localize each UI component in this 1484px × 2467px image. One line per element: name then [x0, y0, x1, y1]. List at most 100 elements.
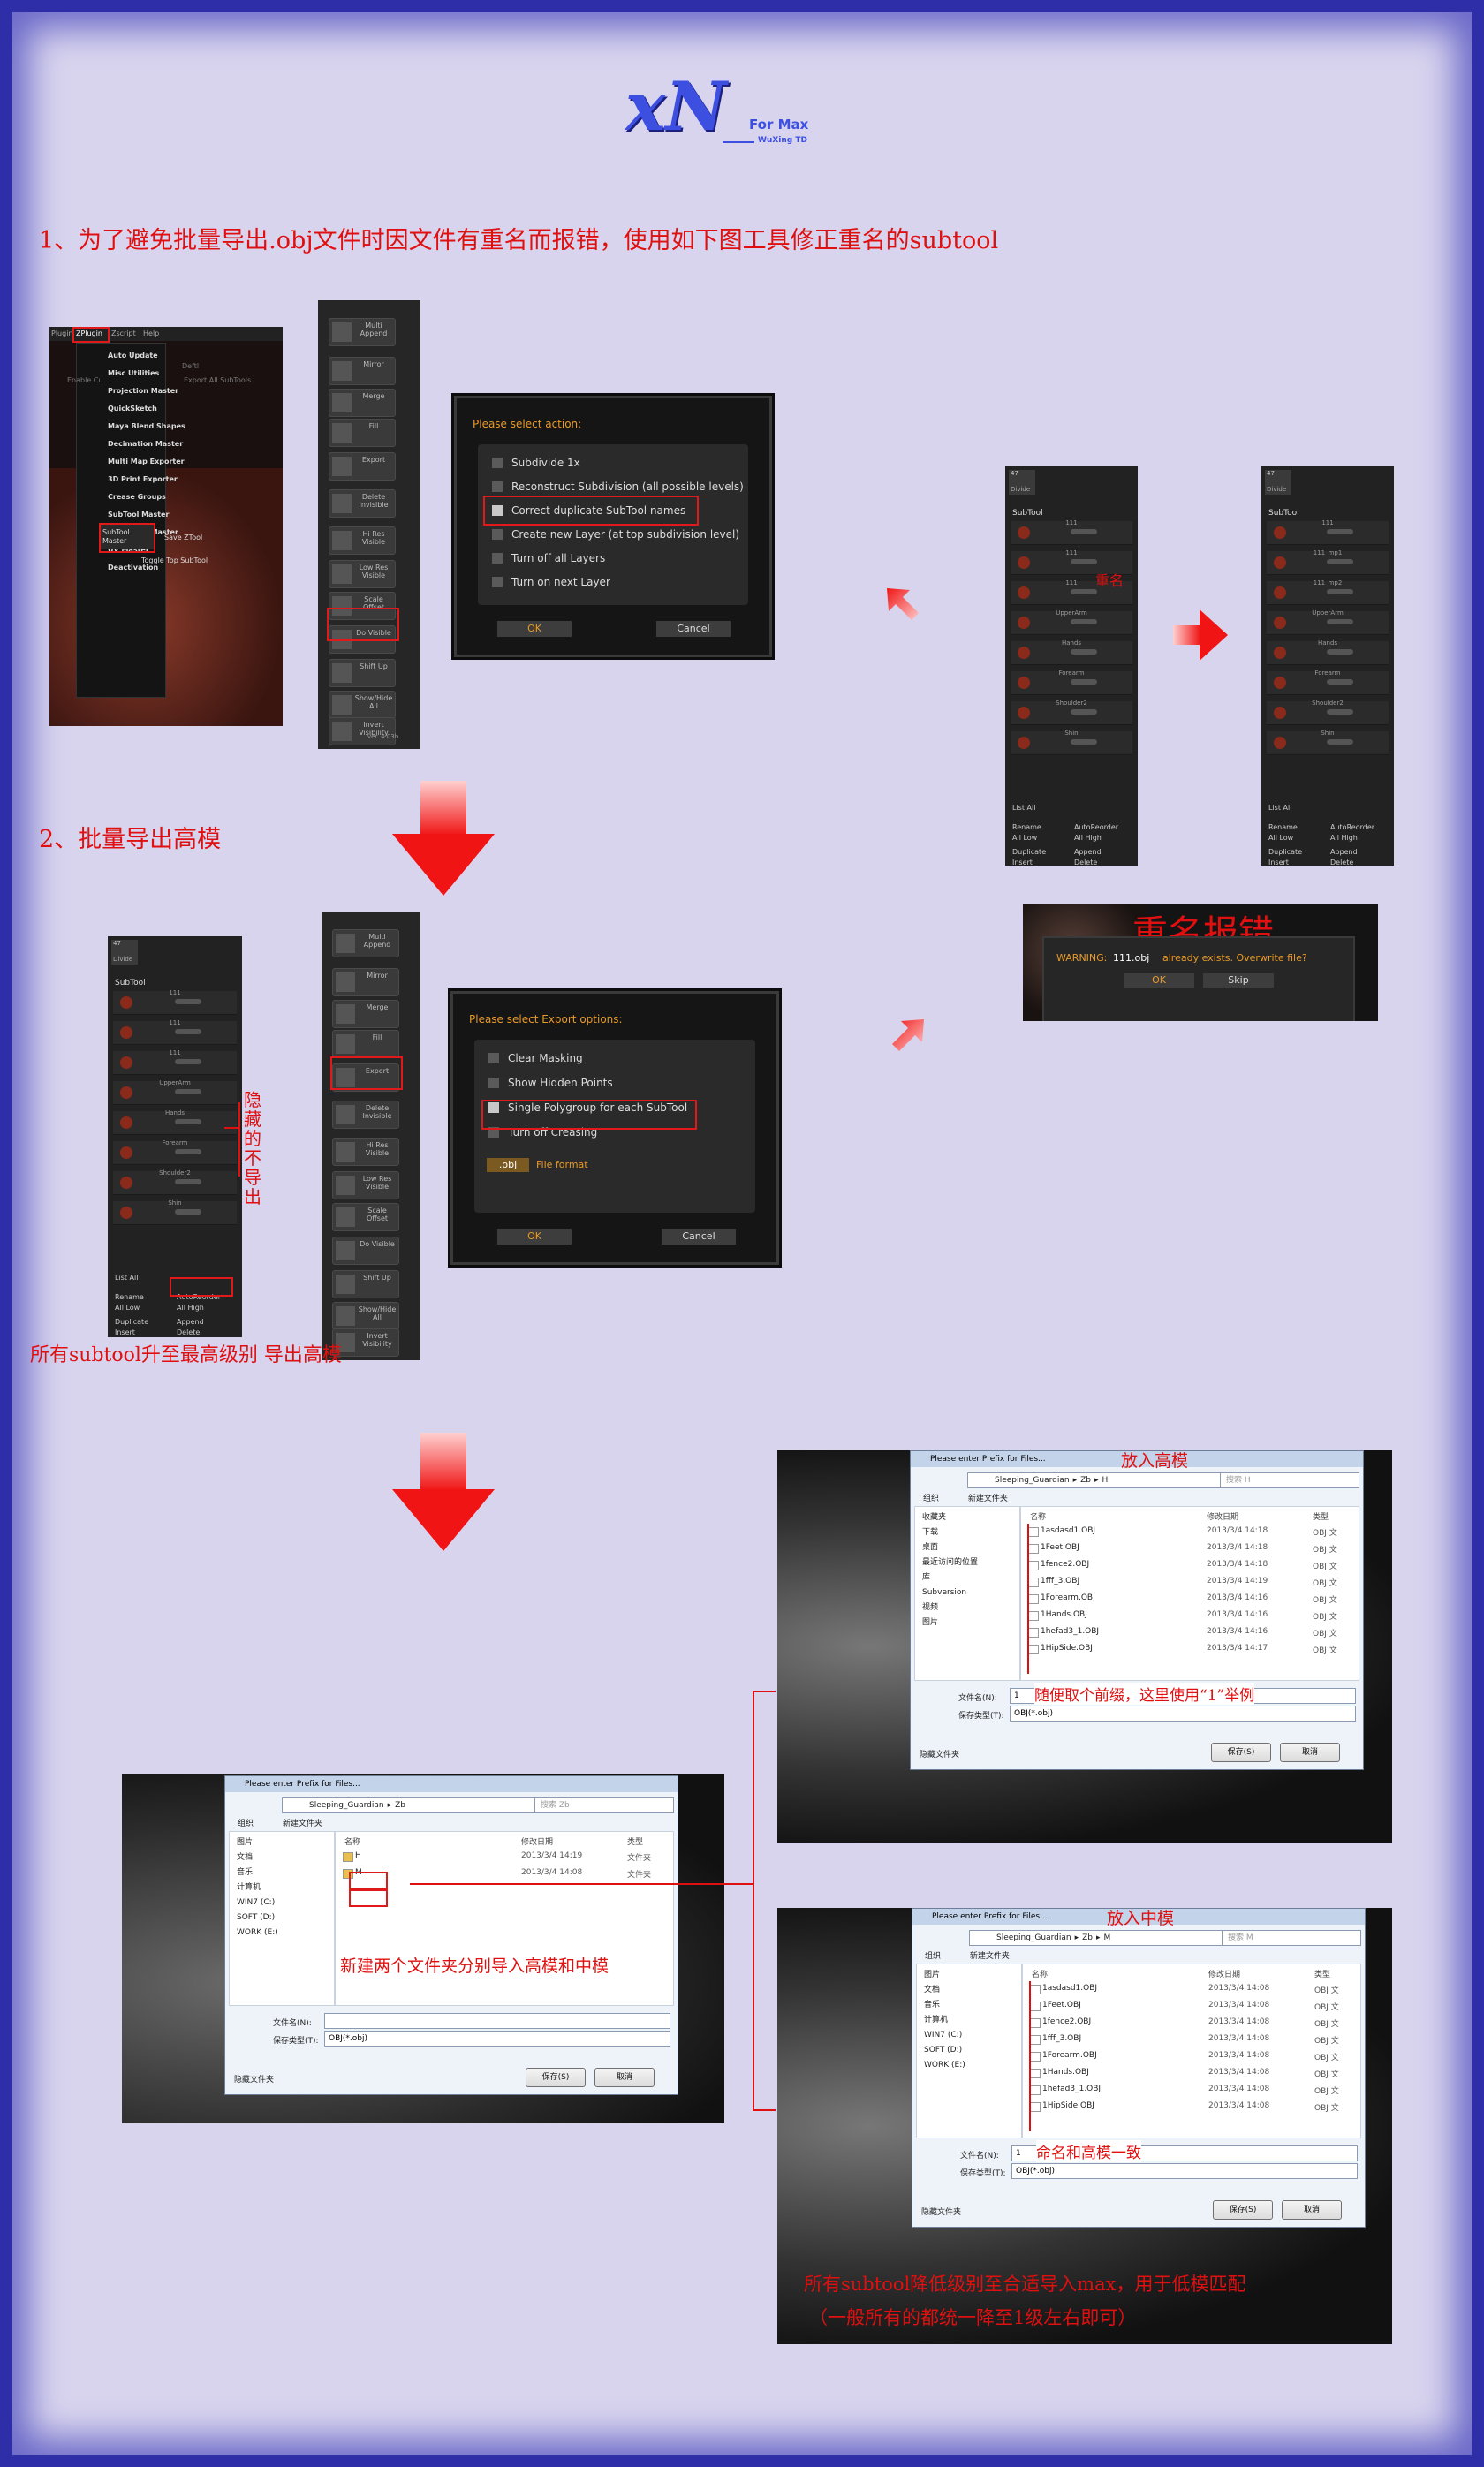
path-segment[interactable]: Sleeping_Guardian — [309, 1801, 384, 1810]
subtool-duplicate-button[interactable]: Duplicate — [1268, 848, 1302, 856]
error-ok-button[interactable]: OK — [1124, 973, 1194, 988]
subtool-append-button[interactable]: Append — [1330, 848, 1358, 856]
subtool-insert-button[interactable]: Insert — [1012, 859, 1033, 866]
subtool-rename-button[interactable]: Rename — [1268, 823, 1298, 831]
nav-item[interactable]: WIN7 (C:) — [917, 2028, 1021, 2043]
checkbox-icon[interactable] — [492, 553, 503, 564]
nav-item[interactable]: WIN7 (C:) — [230, 1896, 334, 1911]
subtool-insert-button[interactable]: Insert — [1268, 859, 1289, 866]
subtool-row[interactable]: Forearm — [1267, 670, 1389, 695]
subtool-all-high-button[interactable]: All High — [1330, 834, 1358, 842]
h-organize-button[interactable]: 组织 — [923, 1495, 939, 1503]
dialog-option[interactable]: Subdivide 1x — [492, 457, 580, 469]
nav-item[interactable]: 桌面 — [915, 1540, 1019, 1555]
stm-button[interactable]: Invert Visibility — [329, 717, 396, 745]
path-segment[interactable]: Sleeping_Guardian — [995, 1476, 1070, 1485]
stm-button[interactable]: Export — [329, 452, 396, 481]
subtool-row[interactable]: Shoulder2 — [1267, 700, 1389, 725]
subtool-delete-button[interactable]: Delete — [1330, 859, 1353, 866]
stm-button[interactable]: Scale Offset — [332, 1203, 399, 1231]
m-cancel-button[interactable]: 取消 — [1282, 2200, 1342, 2220]
m-save-button[interactable]: 保存(S) — [1213, 2200, 1273, 2220]
main-search[interactable]: 搜索 Zb — [534, 1797, 674, 1813]
nav-item[interactable]: 视频 — [915, 1601, 1019, 1616]
save-ztool-label[interactable]: Save ZTool — [164, 534, 202, 541]
zplugin-menu-item[interactable]: Crease Groups — [108, 493, 166, 501]
m-address-bar[interactable]: Sleeping_Guardian ▸ Zb ▸ M — [969, 1930, 1227, 1946]
stm-button[interactable]: Hi Res Visible — [329, 526, 396, 555]
subtool-append-button[interactable]: Append — [177, 1318, 204, 1326]
checkbox-icon[interactable] — [492, 529, 503, 540]
nav-item[interactable]: 音乐 — [917, 1998, 1021, 2013]
stm-button[interactable]: Merge — [332, 1000, 399, 1028]
subtool-row[interactable]: 111_mp1 — [1267, 549, 1389, 575]
subtool-slider[interactable] — [1327, 649, 1353, 655]
subtool-slider[interactable] — [1327, 529, 1353, 534]
subtool-row[interactable]: 111_mp2 — [1267, 579, 1389, 605]
subtool-row[interactable]: 111 — [113, 1049, 237, 1075]
h-new-folder-button[interactable]: 新建文件夹 — [968, 1495, 1008, 1503]
error-skip-button[interactable]: Skip — [1203, 973, 1274, 988]
subtool-row[interactable]: Shoulder2 — [1011, 700, 1132, 725]
subtool-slider[interactable] — [175, 1119, 201, 1124]
subtool-autoreorder-button[interactable]: AutoReorder — [1330, 823, 1374, 831]
subtool-all-high-button[interactable]: All High — [177, 1304, 204, 1312]
subtool-slider[interactable] — [1071, 709, 1097, 715]
subtool-row[interactable]: 111 — [113, 1019, 237, 1045]
file-name[interactable]: 1Hands.OBJ — [1041, 1610, 1087, 1619]
subtool-row[interactable]: Forearm — [113, 1139, 237, 1165]
dialog-option[interactable]: Show Hidden Points — [488, 1077, 613, 1089]
subtool-all-high-button[interactable]: All High — [1074, 834, 1102, 842]
m-search[interactable]: 搜索 M — [1222, 1930, 1361, 1946]
subtool-row[interactable]: UpperArm — [113, 1079, 237, 1105]
stm-button[interactable]: Mirror — [329, 357, 396, 385]
file-name[interactable]: 1fff_3.OBJ — [1042, 2034, 1081, 2043]
nav-item[interactable]: 下载 — [915, 1525, 1019, 1540]
subtool-slider[interactable] — [1071, 559, 1097, 564]
subtool-list-all-button[interactable]: List All — [115, 1274, 138, 1282]
main-hide-folders[interactable]: 隐藏文件夹 — [234, 2073, 274, 2085]
zplugin-menu-item[interactable]: 3D Print Exporter — [108, 475, 178, 483]
subtool-delete-button[interactable]: Delete — [1074, 859, 1097, 866]
m-filetype-select[interactable]: OBJ(*.obj) — [1011, 2163, 1358, 2179]
new-folder-button[interactable]: 新建文件夹 — [283, 1820, 322, 1828]
checkbox-icon[interactable] — [492, 458, 503, 468]
file-name[interactable]: 1HipSide.OBJ — [1041, 1644, 1093, 1653]
h-filetype-select[interactable]: OBJ(*.obj) — [1010, 1706, 1356, 1722]
subtool-all-low-button[interactable]: All Low — [1012, 834, 1037, 842]
nav-item[interactable]: 最近访问的位置 — [915, 1555, 1019, 1570]
file-name[interactable]: 1asdasd1.OBJ — [1042, 1984, 1097, 1993]
subtool-slider[interactable] — [1327, 679, 1353, 685]
nav-item[interactable]: 图片 — [230, 1835, 334, 1850]
subtool-slider[interactable] — [1071, 649, 1097, 655]
subtool-row[interactable]: 111 — [1011, 519, 1132, 545]
stm-button[interactable]: Low Res Visible — [329, 560, 396, 588]
nav-item[interactable]: 文档 — [230, 1850, 334, 1865]
file-name[interactable]: 1Feet.OBJ — [1041, 1543, 1079, 1552]
subtool-row[interactable]: Hands — [1267, 639, 1389, 665]
subtool-delete-button[interactable]: Delete — [177, 1328, 200, 1336]
main-cancel-button[interactable]: 取消 — [594, 2068, 655, 2087]
stm-button[interactable]: Low Res Visible — [332, 1171, 399, 1199]
subtool-row[interactable]: 111 — [113, 989, 237, 1015]
subtool-duplicate-button[interactable]: Duplicate — [115, 1318, 148, 1326]
subtool-duplicate-button[interactable]: Duplicate — [1012, 848, 1046, 856]
main-filetype-select[interactable]: OBJ(*.obj) — [324, 2031, 670, 2047]
dialog-option[interactable]: Create new Layer (at top subdivision lev… — [492, 528, 739, 541]
subtool-row[interactable]: Forearm — [1011, 670, 1132, 695]
subtool-slider[interactable] — [1327, 709, 1353, 715]
subtool-slider[interactable] — [175, 999, 201, 1004]
dialog-option[interactable]: Reconstruct Subdivision (all possible le… — [492, 481, 744, 493]
toggle-top-label[interactable]: Toggle Top SubTool — [141, 556, 208, 564]
file-name[interactable]: 1Forearm.OBJ — [1042, 2051, 1097, 2060]
subtool-slider[interactable] — [1327, 739, 1353, 745]
subtool-all-low-button[interactable]: All Low — [115, 1304, 140, 1312]
subtool-append-button[interactable]: Append — [1074, 848, 1102, 856]
stm-button[interactable]: Hi Res Visible — [332, 1138, 399, 1166]
subtool-slider[interactable] — [1071, 679, 1097, 685]
nav-item[interactable]: 收藏夹 — [915, 1510, 1019, 1525]
subtool-row[interactable]: 111 — [1267, 519, 1389, 545]
zplugin-menu-item[interactable]: Auto Update — [108, 352, 158, 359]
file-name[interactable]: 1fence2.OBJ — [1041, 1560, 1089, 1569]
path-segment[interactable]: M — [1104, 1933, 1111, 1942]
